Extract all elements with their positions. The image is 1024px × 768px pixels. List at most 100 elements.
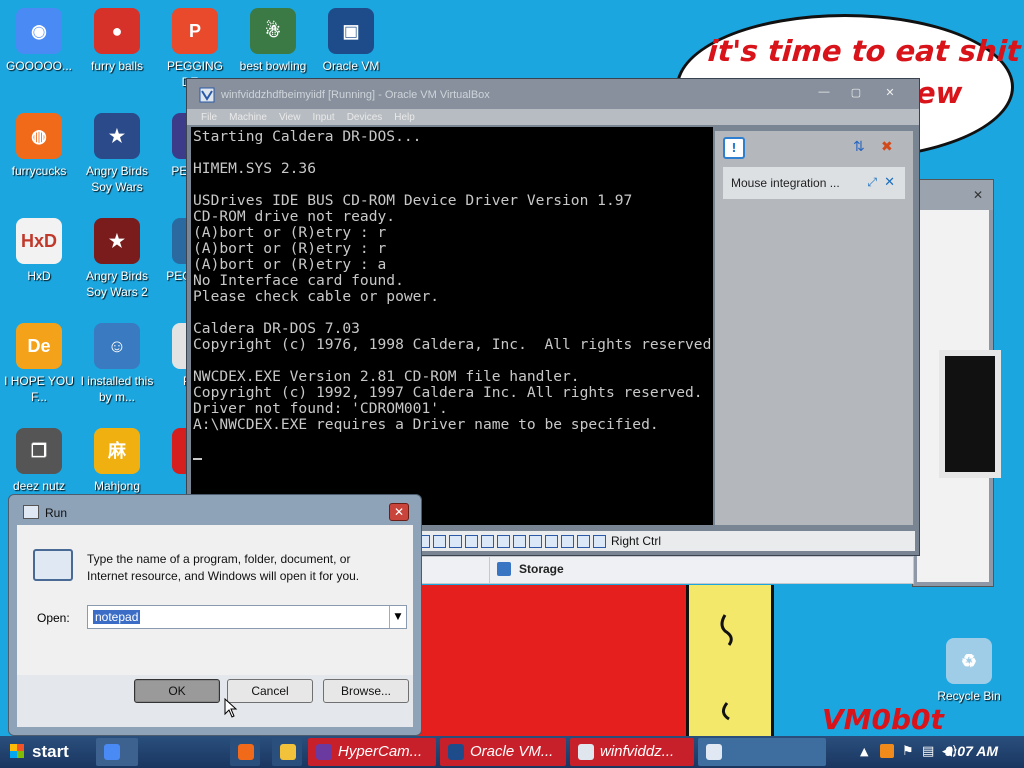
open-input-value[interactable]: notepad xyxy=(93,610,141,624)
desktop-icon-label: Angry Birds Soy Wars xyxy=(85,164,149,194)
notification-text: Mouse integration ... xyxy=(731,176,840,190)
desktop-icon-label: Recycle Bin xyxy=(937,689,1001,703)
text-cursor xyxy=(193,458,202,460)
run-program-icon xyxy=(33,549,73,581)
desktop-icon[interactable]: ☃ best bowling xyxy=(234,8,312,74)
recording-icon[interactable] xyxy=(529,534,542,548)
maximize-button[interactable]: ▢ xyxy=(843,86,869,100)
virtualization-icon[interactable] xyxy=(545,534,558,548)
red-wallpaper-shape xyxy=(410,585,700,745)
shared-folders-icon[interactable] xyxy=(497,534,510,548)
chevron-down-icon[interactable]: ▼ xyxy=(389,606,406,628)
start-button[interactable]: start xyxy=(0,736,100,768)
menu-item[interactable]: Devices xyxy=(347,112,383,123)
desktop-icon[interactable]: ▣ Oracle VM xyxy=(312,8,390,74)
dialog-titlebar[interactable]: Run ✕ xyxy=(9,495,421,523)
desktop-icon[interactable]: ❐ deez nutz xyxy=(0,428,78,494)
display-icon[interactable] xyxy=(513,534,526,548)
file-explorer-icon xyxy=(280,744,296,760)
close-button[interactable]: ✕ xyxy=(389,503,409,521)
desktop-icon-label: Mahjong xyxy=(93,479,141,493)
yellow-wallpaper-figure xyxy=(686,585,774,750)
dismiss-all-icon[interactable]: ✖ xyxy=(881,139,893,155)
ok-button[interactable]: OK xyxy=(134,679,220,703)
network-icon[interactable]: ▤ xyxy=(922,744,934,759)
desktop-icon[interactable]: ◍ furrycucks xyxy=(0,113,78,179)
browse-button[interactable]: Browse... xyxy=(323,679,409,703)
flag-icon[interactable]: ⚑ xyxy=(902,744,914,759)
desktop-icon[interactable]: De I HOPE YOU F... xyxy=(0,323,78,405)
keyboard-capture-icon[interactable] xyxy=(593,534,606,548)
cancel-button[interactable]: Cancel xyxy=(227,679,313,703)
speech-bubble-text: it's time to eat shit xyxy=(706,34,1022,68)
usb-icon[interactable] xyxy=(481,534,494,548)
message-icon[interactable]: ! xyxy=(723,137,745,159)
desktop-icon[interactable]: ★ Angry Birds Soy Wars 2 xyxy=(78,218,156,300)
taskbar-item[interactable] xyxy=(96,738,138,766)
panel-toolbar: ! ⇅ ✖ xyxy=(715,131,913,165)
taskbar-item[interactable] xyxy=(272,738,302,766)
mouse-pointer-icon xyxy=(224,698,238,718)
app-tray-icon[interactable] xyxy=(880,744,894,758)
background-window-body xyxy=(917,210,1001,582)
speech-bubble-text-2: ew xyxy=(916,76,963,110)
start-label: start xyxy=(32,742,69,761)
taskbar-item[interactable] xyxy=(698,738,826,766)
menu-item[interactable]: View xyxy=(279,112,301,123)
taskbar-item[interactable]: HyperCam... xyxy=(308,738,436,766)
menu-item[interactable]: File xyxy=(201,112,217,123)
sort-icon[interactable]: ⇅ xyxy=(853,139,865,155)
mouse-integration-icon[interactable] xyxy=(577,534,590,548)
background-window[interactable]: ✕ xyxy=(912,179,1001,587)
taskbar-item[interactable]: Oracle VM... xyxy=(440,738,566,766)
close-icon[interactable]: ✕ xyxy=(969,188,987,202)
taskbar-item[interactable]: winfviddz... xyxy=(570,738,694,766)
system-tray: ▲ ⚑ ▤ ◀) 9:07 AM xyxy=(824,736,1024,768)
menu-item[interactable]: Input xyxy=(312,112,334,123)
cpu-icon[interactable] xyxy=(561,534,574,548)
host-key-label: Right Ctrl xyxy=(611,534,662,548)
character-icon: ☺ xyxy=(94,323,140,369)
taskbar-item[interactable] xyxy=(230,738,260,766)
desktop-icon[interactable]: ★ Angry Birds Soy Wars xyxy=(78,113,156,195)
desktop-icon[interactable]: ♻ Recycle Bin xyxy=(930,638,1008,704)
red-fuzzy-ball-icon: ● xyxy=(94,8,140,54)
network-icon[interactable] xyxy=(465,534,478,548)
desktop-icon-label: Angry Birds Soy Wars 2 xyxy=(85,269,149,299)
desktop-icon[interactable]: HxD HxD xyxy=(0,218,78,284)
optical-drive-icon[interactable] xyxy=(433,534,446,548)
clock[interactable]: 9:07 AM xyxy=(945,743,998,759)
desktop-icon-label: Oracle VM xyxy=(322,59,380,73)
angry-birds-star-wars-icon: ★ xyxy=(94,113,140,159)
chrome-icon xyxy=(104,744,120,760)
dialog-description: Type the name of a program, folder, docu… xyxy=(87,552,360,583)
window-titlebar[interactable]: winfviddzhdfbeimyiidf [Running] - Oracle… xyxy=(187,79,919,109)
run-dialog[interactable]: Run ✕ Type the name of a program, folder… xyxy=(8,494,422,736)
mouse-integration-icon[interactable]: ⤢ xyxy=(867,175,877,190)
notification-item[interactable]: Mouse integration ... ⤢ ✕ xyxy=(723,167,905,199)
window-title: winfviddzhdfbeimyiidf [Running] - Oracle… xyxy=(221,89,490,101)
preview-thumbnail xyxy=(939,350,1001,478)
close-button[interactable]: ✕ xyxy=(877,86,903,100)
desktop-icon[interactable]: 麻 Mahjong xyxy=(78,428,156,494)
windows-stack-icon: ❐ xyxy=(16,428,62,474)
peggle-icon: P xyxy=(172,8,218,54)
open-combobox[interactable]: notepad ▼ xyxy=(87,605,407,629)
close-icon[interactable]: ✕ xyxy=(884,174,895,190)
storage-section-label[interactable]: Storage xyxy=(519,562,564,576)
desktop-icon[interactable]: ● furry balls xyxy=(78,8,156,74)
desktop-icon[interactable]: ☺ I installed this by m... xyxy=(78,323,156,405)
desktop-icon-label: deez nutz xyxy=(12,479,66,493)
chevron-up-icon[interactable]: ▲ xyxy=(860,745,868,758)
minimize-button[interactable]: — xyxy=(811,86,837,100)
dialog-title: Run xyxy=(45,506,68,520)
dos-console[interactable]: Starting Caldera DR-DOS... HIMEM.SYS 2.3… xyxy=(191,127,713,525)
desktop-icon[interactable]: ◉ GOOOOO... xyxy=(0,8,78,74)
menu-item[interactable]: Machine xyxy=(229,112,267,123)
vm-window-icon xyxy=(578,744,594,760)
wallpaper-signature: VM0b0t xyxy=(822,703,944,736)
audio-icon[interactable] xyxy=(449,534,462,548)
vbox-manager-details: Storage xyxy=(418,556,914,584)
virtualbox-vm-window[interactable]: winfviddzhdfbeimyiidf [Running] - Oracle… xyxy=(186,78,920,556)
menu-item[interactable]: Help xyxy=(394,112,415,123)
